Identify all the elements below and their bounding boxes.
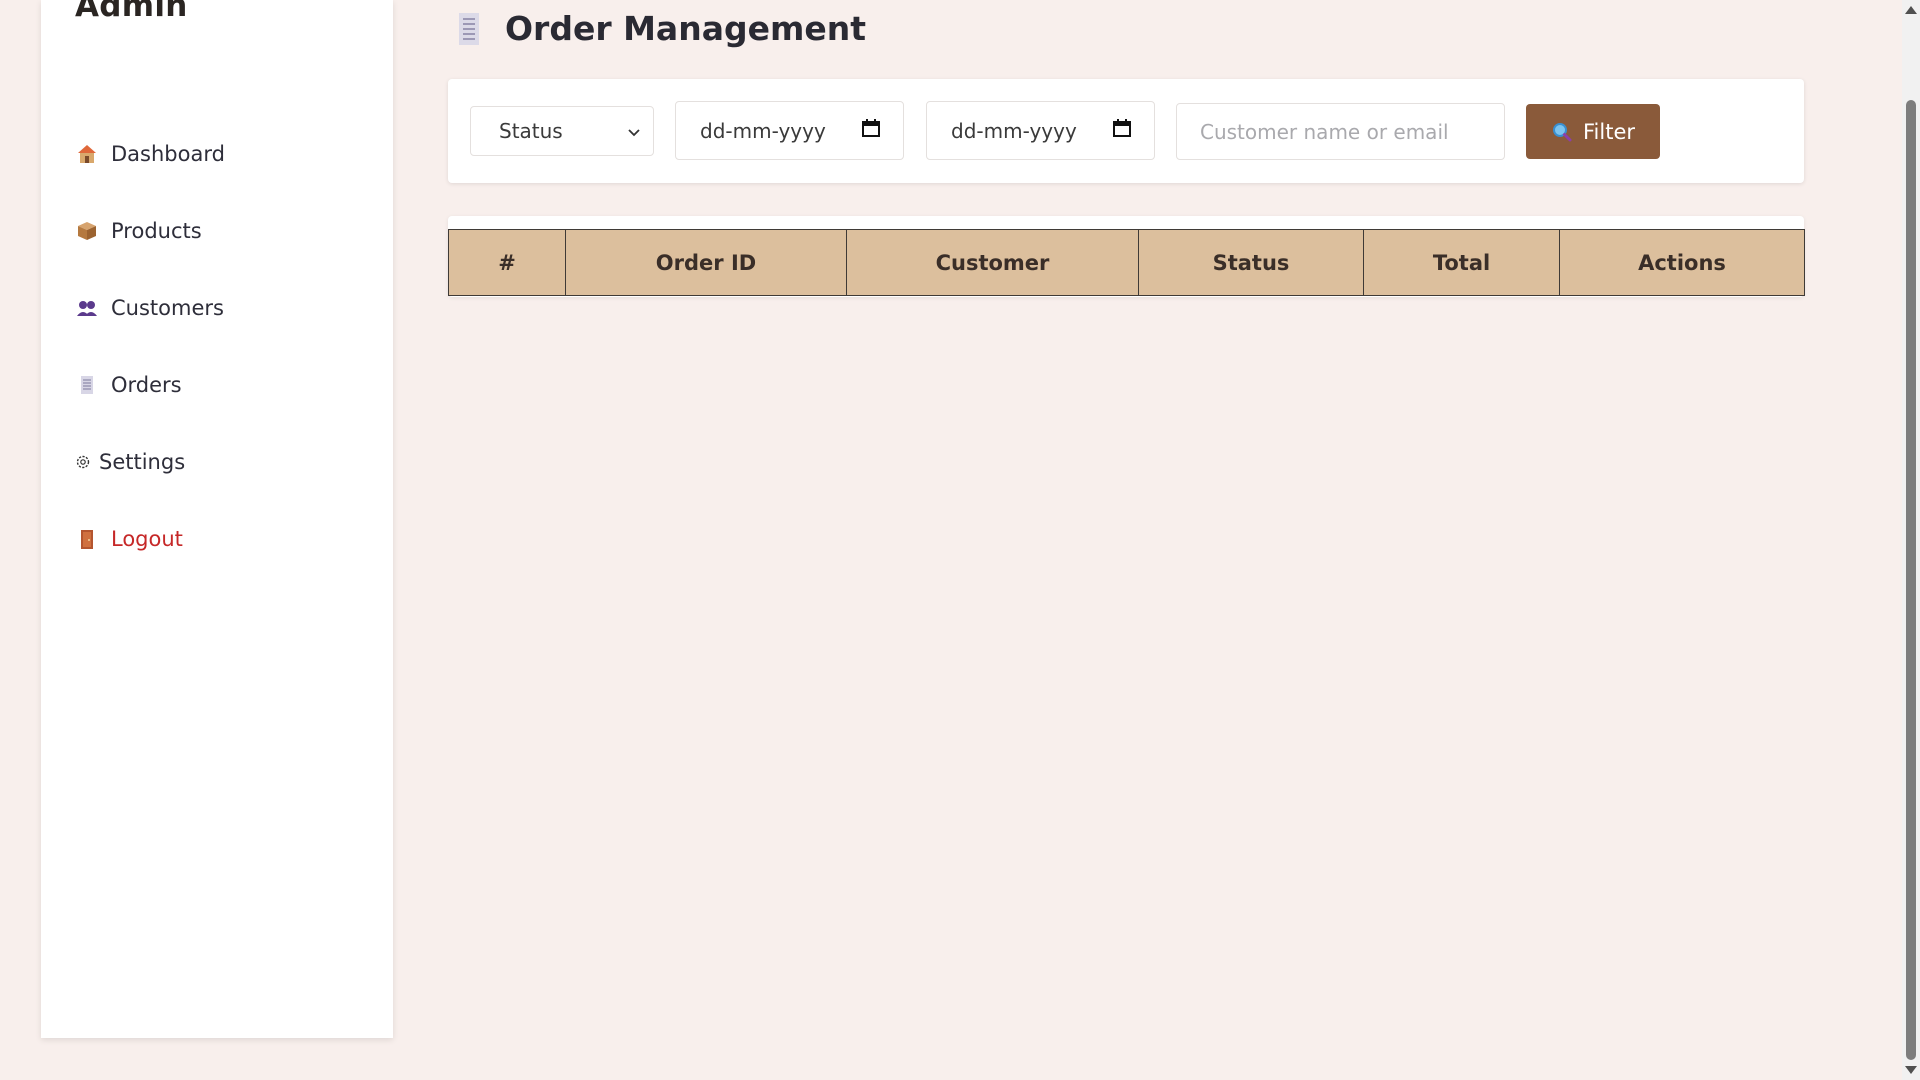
chevron-down-icon — [627, 119, 641, 143]
sidebar-item-label: Logout — [111, 526, 183, 551]
column-header-index: # — [448, 229, 566, 296]
sidebar-item-products[interactable]: Products — [75, 192, 225, 269]
package-icon — [75, 219, 99, 243]
sidebar-item-dashboard[interactable]: Dashboard — [75, 115, 225, 192]
receipt-icon — [75, 373, 99, 397]
users-icon — [75, 296, 99, 320]
scroll-down-arrow-icon[interactable] — [1905, 1066, 1917, 1074]
column-header-order-id: Order ID — [565, 229, 847, 296]
app-root: Admin Dashboard Products Customers Order… — [0, 0, 1920, 1080]
status-select-value: Status — [499, 119, 563, 143]
date-to-input[interactable]: dd-mm-yyyy — [926, 101, 1155, 160]
sidebar-item-orders[interactable]: Orders — [75, 346, 225, 423]
column-header-customer: Customer — [846, 229, 1139, 296]
date-from-placeholder: dd-mm-yyyy — [700, 118, 826, 143]
orders-table: # Order ID Customer Status Total Actions — [448, 229, 1805, 296]
filter-panel: Status dd-mm-yyyy dd-mm-yyyy Customer na… — [448, 79, 1804, 183]
sidebar-item-label: Orders — [111, 372, 182, 397]
filter-button-label: Filter — [1582, 119, 1635, 144]
sidebar-item-label: Products — [111, 218, 202, 243]
sidebar-item-label: Dashboard — [111, 141, 225, 166]
gear-icon — [75, 450, 91, 474]
column-header-total: Total — [1363, 229, 1560, 296]
door-icon — [75, 527, 99, 551]
table-header-row: # Order ID Customer Status Total Actions — [448, 229, 1805, 296]
brand-title: Admin — [75, 0, 188, 24]
house-icon — [75, 142, 99, 166]
orders-table-panel: # Order ID Customer Status Total Actions — [448, 216, 1805, 297]
customer-search-input[interactable]: Customer name or email — [1176, 103, 1505, 160]
scrollbar-thumb[interactable] — [1906, 100, 1916, 1060]
receipt-icon — [453, 10, 485, 48]
date-to-placeholder: dd-mm-yyyy — [951, 118, 1077, 143]
status-select[interactable]: Status — [470, 106, 654, 156]
filter-button[interactable]: Filter — [1526, 104, 1660, 159]
calendar-icon[interactable] — [861, 118, 881, 143]
sidebar-item-label: Settings — [99, 449, 186, 474]
sidebar-item-customers[interactable]: Customers — [75, 269, 225, 346]
customer-search-placeholder: Customer name or email — [1200, 119, 1449, 144]
vertical-scrollbar[interactable] — [1902, 0, 1920, 1080]
sidebar-nav: Dashboard Products Customers Orders Sett… — [75, 115, 225, 577]
page-title-text: Order Management — [505, 9, 867, 48]
date-from-input[interactable]: dd-mm-yyyy — [675, 101, 904, 160]
column-header-status: Status — [1138, 229, 1364, 296]
column-header-actions: Actions — [1559, 229, 1805, 296]
sidebar-item-label: Customers — [111, 295, 224, 320]
page-title: Order Management — [453, 9, 866, 48]
calendar-icon[interactable] — [1112, 118, 1132, 143]
sidebar-item-settings[interactable]: Settings — [75, 423, 225, 500]
scroll-up-arrow-icon[interactable] — [1905, 6, 1917, 14]
sidebar-item-logout[interactable]: Logout — [75, 500, 225, 577]
search-icon — [1551, 121, 1573, 143]
sidebar: Admin Dashboard Products Customers Order… — [41, 0, 393, 1038]
